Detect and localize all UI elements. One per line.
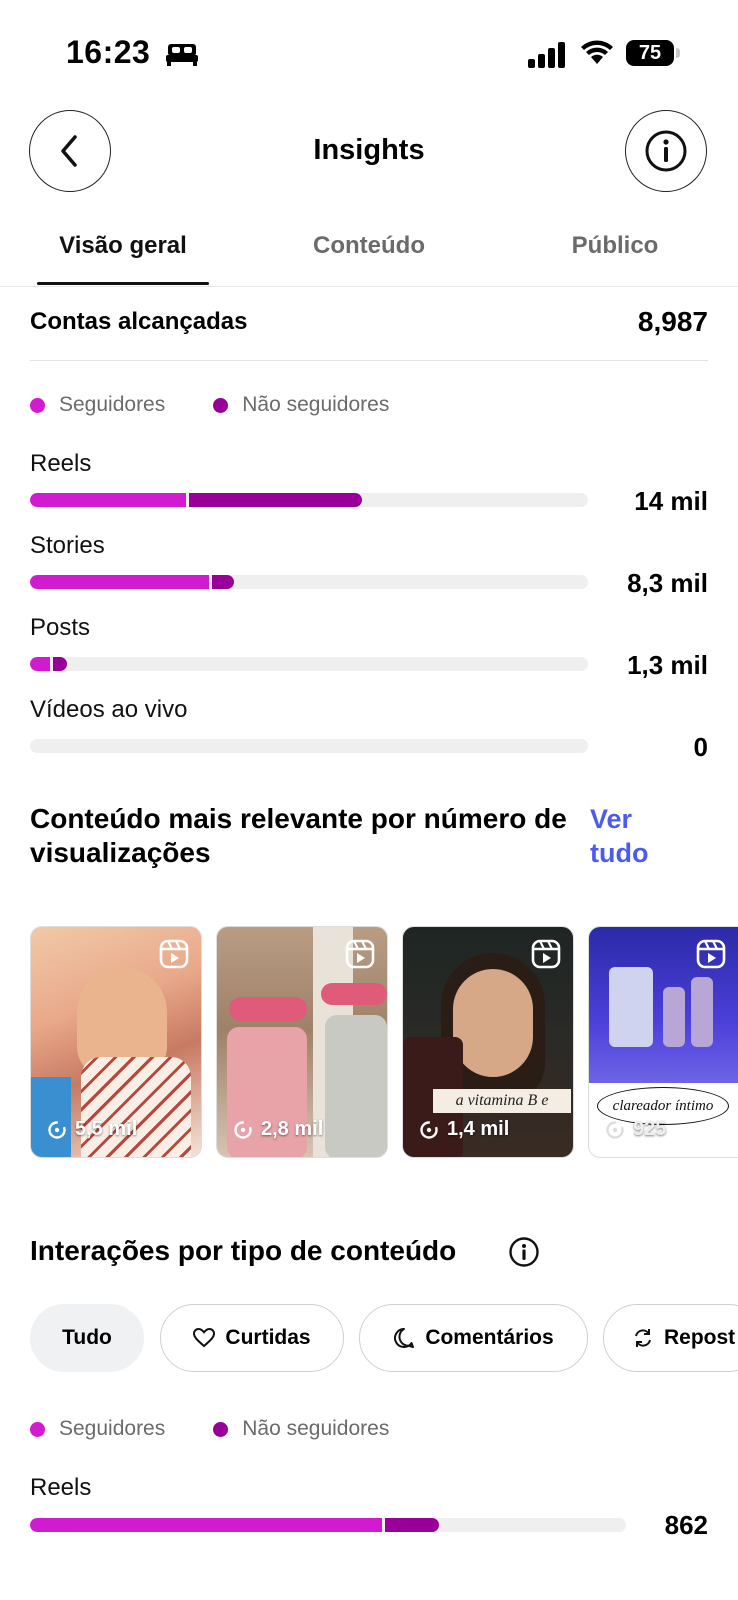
battery-nub xyxy=(676,48,680,58)
interactions-reels-bar xyxy=(30,1518,626,1532)
legend-item-followers: Seguidores xyxy=(30,1417,165,1441)
thumbnail-caption: a vitamina B e xyxy=(433,1089,571,1113)
info-button[interactable] xyxy=(625,110,707,192)
status-time: 16:23 xyxy=(66,34,151,70)
reel-icon xyxy=(159,939,189,969)
thumbnail-product-dropper-1 xyxy=(663,987,685,1047)
thumbnail-headband-right xyxy=(321,983,387,1005)
content-thumbnail-4[interactable]: clareador íntimo 925 xyxy=(588,926,738,1158)
views-count: 925 xyxy=(633,1118,667,1140)
followers-segment xyxy=(30,493,186,507)
interactions-reels-label: Reels xyxy=(30,1474,92,1501)
non-followers-segment xyxy=(53,657,67,671)
thumbnail-views: 2,8 mil xyxy=(233,1118,323,1141)
non-followers-segment xyxy=(189,493,362,507)
thumbnail-headband-left xyxy=(229,997,307,1021)
reach-posts-label: Posts xyxy=(30,614,91,641)
filter-chip-comments[interactable]: Comentários xyxy=(359,1304,588,1372)
tabs-divider xyxy=(0,286,738,287)
section-divider xyxy=(30,360,708,361)
thumbnail-towel-right xyxy=(325,1015,387,1157)
reach-live-value: 0 xyxy=(693,732,708,762)
reach-reels-label: Reels xyxy=(30,450,92,477)
views-count: 2,8 mil xyxy=(261,1118,324,1140)
sleep-focus-icon xyxy=(166,44,198,66)
reach-stories-value: 8,3 mil xyxy=(627,568,708,598)
interactions-title: Interações por tipo de conteúdo xyxy=(30,1235,457,1266)
reach-posts-value: 1,3 mil xyxy=(627,650,708,680)
followers-dot xyxy=(30,1421,45,1437)
battery-indicator: 75 xyxy=(626,40,674,66)
info-icon xyxy=(645,130,687,172)
non-followers-dot xyxy=(213,397,229,413)
legend-item-non-followers: Não seguidores xyxy=(213,1417,389,1441)
reach-posts-bar xyxy=(30,657,588,671)
followers-segment xyxy=(30,575,209,589)
content-thumbnail-3[interactable]: a vitamina B e 1,4 mil xyxy=(402,926,574,1158)
thumbnail-face xyxy=(453,969,533,1077)
filter-chip-all[interactable]: Tudo xyxy=(30,1304,144,1372)
reach-stories-bar xyxy=(30,575,588,589)
legend-item-followers: Seguidores xyxy=(30,393,165,417)
legend-followers-label: Seguidores xyxy=(59,393,166,416)
legend-non-followers-label: Não seguidores xyxy=(242,393,390,416)
wifi-icon xyxy=(581,40,613,64)
interactions-legend: Seguidores Não seguidores xyxy=(30,1417,419,1441)
cellular-signal-icon xyxy=(528,42,565,68)
chip-label: Repost xyxy=(664,1326,736,1349)
comment-icon xyxy=(394,1328,415,1348)
legend-item-non-followers: Não seguidores xyxy=(213,393,389,417)
tab-overview[interactable]: Visão geral xyxy=(0,232,246,260)
views-count: 5,5 mil xyxy=(75,1118,138,1140)
interactions-reels-value: 862 xyxy=(664,1510,708,1540)
interactions-info-button[interactable] xyxy=(508,1236,540,1273)
info-icon xyxy=(509,1237,539,1267)
chip-label: Comentários xyxy=(425,1326,554,1349)
thumbnail-product-dropper-2 xyxy=(691,977,713,1047)
views-icon xyxy=(234,1120,252,1139)
filter-chip-repost[interactable]: Repost xyxy=(603,1304,738,1372)
thumbnail-views: 925 xyxy=(605,1118,666,1141)
accounts-reached-label: Contas alcançadas xyxy=(30,308,248,335)
followers-dot xyxy=(30,397,45,413)
legend-non-followers-label: Não seguidores xyxy=(242,1417,390,1440)
views-icon xyxy=(420,1120,438,1139)
reel-icon xyxy=(531,939,561,969)
views-icon xyxy=(48,1120,66,1139)
chip-label: Tudo xyxy=(62,1326,112,1349)
thumbnail-views: 1,4 mil xyxy=(419,1118,509,1141)
reel-icon xyxy=(696,939,726,969)
thumbnail-views: 5,5 mil xyxy=(47,1118,137,1141)
top-content-title: Conteúdo mais relevante por número de vi… xyxy=(30,803,567,868)
filter-chip-likes[interactable]: Curtidas xyxy=(160,1304,344,1372)
content-thumbnail-2[interactable]: 2,8 mil xyxy=(216,926,388,1158)
reach-live-label: Vídeos ao vivo xyxy=(30,696,188,723)
chart-legend: Seguidores Não seguidores xyxy=(30,393,419,417)
heart-icon xyxy=(193,1328,216,1348)
accounts-reached-value: 8,987 xyxy=(637,306,708,337)
non-followers-segment xyxy=(385,1518,439,1532)
non-followers-dot xyxy=(213,1421,229,1437)
chip-label: Curtidas xyxy=(225,1326,311,1349)
reach-reels-value: 14 mil xyxy=(634,486,708,516)
tab-audience[interactable]: Público xyxy=(492,232,738,260)
see-all-link[interactable]: Ver tudo xyxy=(590,802,680,870)
reel-icon xyxy=(345,939,375,969)
non-followers-segment xyxy=(212,575,234,589)
reach-live-bar xyxy=(30,739,588,753)
thumbnail-product-tube xyxy=(609,967,653,1047)
reach-reels-bar xyxy=(30,493,588,507)
active-tab-indicator xyxy=(37,282,209,285)
reach-stories-label: Stories xyxy=(30,532,105,559)
thumbnail-dress xyxy=(81,1057,191,1157)
followers-segment xyxy=(30,1518,382,1532)
followers-segment xyxy=(30,657,50,671)
content-thumbnail-1[interactable]: 5,5 mil xyxy=(30,926,202,1158)
views-icon xyxy=(606,1120,624,1139)
views-count: 1,4 mil xyxy=(447,1118,510,1140)
legend-followers-label: Seguidores xyxy=(59,1417,166,1440)
repost-icon xyxy=(635,1329,651,1347)
tab-content[interactable]: Conteúdo xyxy=(246,232,492,260)
